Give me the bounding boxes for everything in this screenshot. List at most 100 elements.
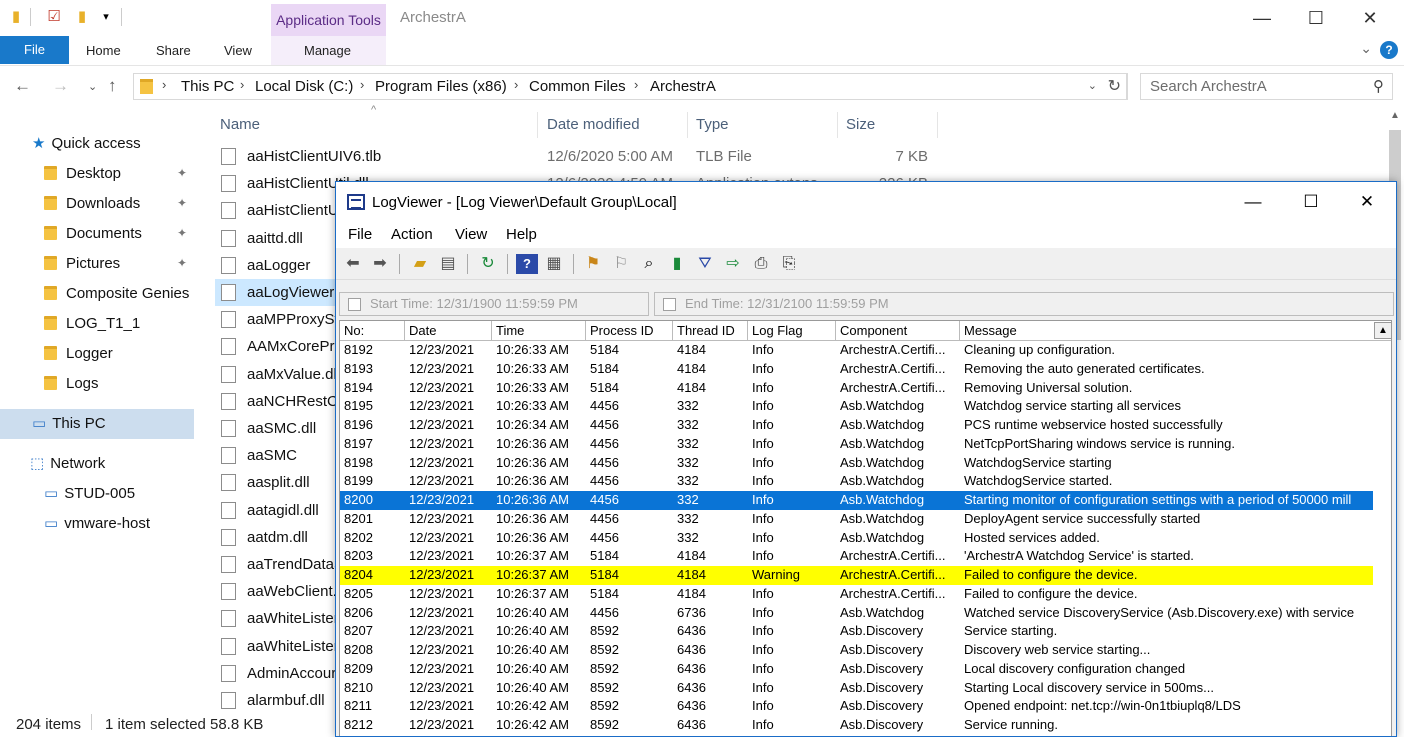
customize-toolbar-icon[interactable]: ▾ (98, 8, 114, 26)
end-time-checkbox[interactable] (663, 298, 676, 311)
recent-locations-icon[interactable]: ⌄ (88, 80, 97, 93)
manage-tab[interactable]: Manage (304, 43, 351, 58)
address-bar[interactable]: › This PC › Local Disk (C:) › Program Fi… (133, 73, 1128, 100)
log-row[interactable]: 8207 12/23/2021 10:26:40 AM 8592 6436 Info Asb… (340, 622, 1373, 641)
maximize-button[interactable]: ☐ (1289, 0, 1343, 36)
print-icon[interactable]: ⎙ (750, 254, 772, 274)
sidebar-item-desktop[interactable]: Desktop (44, 163, 121, 185)
help-icon[interactable]: ? (516, 254, 538, 274)
properties-icon[interactable]: ☑ (46, 8, 62, 26)
sidebar-item-logger[interactable]: Logger (44, 343, 113, 365)
refresh-icon[interactable]: ↻ (477, 254, 499, 274)
log-row[interactable]: 8203 12/23/2021 10:26:37 AM 5184 4184 Info Arc… (340, 547, 1373, 566)
message-filter-icon[interactable]: ⚐ (610, 254, 632, 274)
export-icon[interactable]: ⇨ (722, 254, 744, 274)
sidebar-item-this-pc[interactable]: ▭ This PC (32, 413, 106, 435)
bookmark-icon[interactable]: ▮ (666, 254, 688, 274)
sidebar-item-logs[interactable]: Logs (44, 373, 99, 395)
column-header-size[interactable]: Size (846, 116, 875, 133)
sidebar-item-pictures[interactable]: Pictures (44, 253, 120, 275)
back-arrow-icon[interactable]: ← (14, 76, 31, 96)
log-row[interactable]: 8212 12/23/2021 10:26:42 AM 8592 6436 Info Asb… (340, 716, 1373, 735)
column-header-component[interactable]: Component (836, 321, 960, 341)
filter-icon[interactable]: ⛛ (694, 254, 716, 274)
column-header-name[interactable]: Name (220, 116, 260, 133)
application-tools-tab[interactable]: Application Tools (271, 4, 386, 36)
sidebar-item-composite-genies[interactable]: Composite Genies (44, 283, 189, 305)
breadcrumb-common-files[interactable]: Common Files (529, 78, 626, 95)
file-row[interactable]: aaHistClientUIV6.tlb 12/6/2020 5:00 AM TLB… (215, 143, 935, 170)
back-icon[interactable]: ⬅ (342, 254, 364, 274)
pin-icon[interactable]: ✦ (177, 226, 187, 240)
column-header-log-flag[interactable]: Log Flag (748, 321, 836, 341)
properties-icon[interactable]: ▦ (543, 254, 565, 274)
log-row[interactable]: 8209 12/23/2021 10:26:40 AM 8592 6436 Info Asb… (340, 660, 1373, 679)
column-header-date[interactable]: Date modified (547, 116, 640, 133)
scroll-up-icon[interactable]: ▲ (1374, 322, 1391, 339)
menu-action[interactable]: Action (391, 226, 433, 243)
minimize-button[interactable]: — (1224, 182, 1282, 222)
log-row[interactable]: 8192 12/23/2021 10:26:33 AM 5184 4184 Info Arc… (340, 341, 1373, 360)
log-row[interactable]: 8198 12/23/2021 10:26:36 AM 4456 332 Info Asb.… (340, 454, 1373, 473)
menu-view[interactable]: View (455, 226, 487, 243)
log-row[interactable]: 8204 12/23/2021 10:26:37 AM 5184 4184 Warning… (340, 566, 1373, 585)
file-tab[interactable]: File (0, 36, 69, 64)
help-button[interactable]: ? (1380, 41, 1398, 59)
breadcrumb-local-disk[interactable]: Local Disk (C:) (255, 78, 353, 95)
close-button[interactable]: ✕ (1343, 0, 1397, 36)
column-header-time[interactable]: Time (492, 321, 586, 341)
up-folder-icon[interactable]: ▰ (409, 254, 431, 274)
sidebar-item-quick-access[interactable]: ★ Quick access (32, 133, 141, 155)
pin-icon[interactable]: ✦ (177, 196, 187, 210)
forward-icon[interactable]: ➡ (369, 254, 391, 274)
sidebar-item-network[interactable]: ⬚ Network (30, 453, 105, 475)
sidebar-item-stud-005[interactable]: ▭ STUD-005 (44, 483, 135, 505)
new-folder-icon[interactable]: ▮ (74, 8, 90, 26)
scroll-up-icon[interactable]: ▲ (1390, 110, 1400, 121)
breadcrumb-this-pc[interactable]: This PC (181, 78, 234, 95)
log-row[interactable]: 8195 12/23/2021 10:26:33 AM 4456 332 Info Asb.… (340, 397, 1373, 416)
sidebar-item-vmware-host[interactable]: ▭ vmware-host (44, 513, 150, 535)
close-button[interactable]: ✕ (1338, 182, 1396, 222)
start-time-checkbox[interactable] (348, 298, 361, 311)
menu-help[interactable]: Help (506, 226, 537, 243)
share-tab[interactable]: Share (156, 43, 191, 58)
message-flag-icon[interactable]: ⚑ (582, 254, 604, 274)
sidebar-item-log-t1-1[interactable]: LOG_T1_1 (44, 313, 140, 335)
minimize-button[interactable]: — (1235, 0, 1289, 36)
view-tab[interactable]: View (224, 43, 252, 58)
maximize-button[interactable]: ☐ (1282, 182, 1340, 222)
log-row[interactable]: 8210 12/23/2021 10:26:40 AM 8592 6436 Info Asb… (340, 679, 1373, 698)
breadcrumb-program-files[interactable]: Program Files (x86) (375, 78, 507, 95)
end-time-filter[interactable]: End Time: 12/31/2100 11:59:59 PM (654, 292, 1394, 316)
sidebar-item-documents[interactable]: Documents (44, 223, 142, 245)
log-row[interactable]: 8194 12/23/2021 10:26:33 AM 5184 4184 Info Arc… (340, 379, 1373, 398)
find-icon[interactable]: ⌕ (638, 254, 660, 274)
log-row[interactable]: 8208 12/23/2021 10:26:40 AM 8592 6436 Info Asb… (340, 641, 1373, 660)
column-header-process-id[interactable]: Process ID (586, 321, 673, 341)
forward-arrow-icon[interactable]: → (52, 76, 69, 96)
log-row[interactable]: 8200 12/23/2021 10:26:36 AM 4456 332 Info Asb.… (340, 491, 1373, 510)
home-tab[interactable]: Home (86, 43, 121, 58)
log-row[interactable]: 8205 12/23/2021 10:26:37 AM 5184 4184 Info Arc… (340, 585, 1373, 604)
log-row[interactable]: 8197 12/23/2021 10:26:36 AM 4456 332 Info Asb.… (340, 435, 1373, 454)
show-hide-tree-icon[interactable]: ▤ (437, 254, 459, 274)
log-row[interactable]: 8202 12/23/2021 10:26:36 AM 4456 332 Info Asb.… (340, 529, 1373, 548)
print-preview-icon[interactable]: ⎘ (778, 254, 800, 274)
expand-ribbon-icon[interactable]: ⌄ (1360, 40, 1372, 57)
breadcrumb-archestra[interactable]: ArchestrA (650, 78, 716, 95)
pin-icon[interactable]: ✦ (177, 166, 187, 180)
refresh-icon[interactable]: ↻ (1108, 76, 1121, 96)
column-header-type[interactable]: Type (696, 116, 729, 133)
log-row[interactable]: 8211 12/23/2021 10:26:42 AM 8592 6436 Info Asb… (340, 697, 1373, 716)
log-row[interactable]: 8196 12/23/2021 10:26:34 AM 4456 332 Info Asb.… (340, 416, 1373, 435)
column-header-no[interactable]: No: (340, 321, 405, 341)
up-arrow-icon[interactable]: ↑ (108, 76, 117, 96)
log-row[interactable]: 8201 12/23/2021 10:26:36 AM 4456 332 Info Asb.… (340, 510, 1373, 529)
column-header-date[interactable]: Date (405, 321, 492, 341)
menu-file[interactable]: File (348, 226, 372, 243)
log-row[interactable]: 8206 12/23/2021 10:26:40 AM 4456 6736 Info Asb… (340, 604, 1373, 623)
column-header-message[interactable]: Message (960, 321, 1373, 341)
pin-icon[interactable]: ✦ (177, 256, 187, 270)
address-dropdown-icon[interactable]: ⌄ (1088, 79, 1097, 92)
